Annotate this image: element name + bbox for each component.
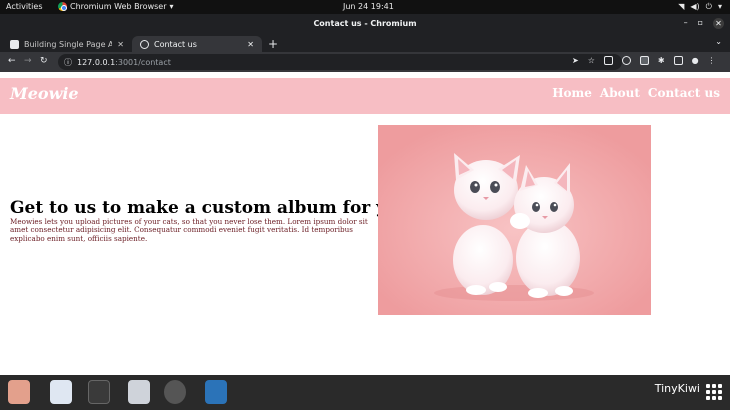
site-nav: Home About Contact us	[552, 86, 720, 100]
page-viewport: Meowie Home About Contact us Get to us t…	[0, 72, 730, 375]
extension-icon[interactable]	[603, 56, 613, 65]
extension-icon[interactable]	[621, 56, 631, 65]
minimize-button[interactable]: –	[684, 18, 688, 29]
tab-strip: Building Single Page App ✕ Contact us ✕ …	[0, 34, 730, 52]
power-icon: ⏻	[705, 2, 712, 11]
tab-label: Building Single Page App	[24, 39, 113, 49]
address-bar[interactable]: ⓘ 127.0.0.1 :3001/contact	[58, 54, 622, 70]
files-app-icon[interactable]	[8, 380, 30, 404]
vscode-icon[interactable]	[205, 380, 227, 404]
terminal-icon[interactable]	[88, 380, 110, 404]
volume-icon: ◀)	[690, 2, 700, 11]
site-logo[interactable]: Meowie	[10, 84, 79, 103]
window-controls: – ▫ ✕	[684, 18, 724, 29]
close-tab-icon[interactable]: ✕	[247, 40, 254, 49]
url-host: 127.0.0.1	[77, 57, 116, 67]
app-grid-icon[interactable]	[706, 384, 722, 400]
page-heading: Get to us to make a custom album for you…	[10, 198, 454, 218]
chromium-dock-icon[interactable]	[164, 380, 186, 404]
page-description: Meowies lets you upload pictures of your…	[10, 217, 368, 243]
nav-home-link[interactable]: Home	[552, 86, 592, 100]
activities-button[interactable]: Activities	[6, 2, 43, 11]
app-menu[interactable]: Chromium Web Browser ▾	[58, 2, 174, 11]
browser-toolbar: ← → ↻ ⓘ 127.0.0.1 :3001/contact ➤ ☆ ✱ ● …	[0, 52, 730, 72]
profile-icon[interactable]: ●	[692, 56, 699, 65]
taskbar-dock: TinyKiwi	[0, 375, 730, 410]
back-button[interactable]: ←	[8, 56, 16, 66]
clock[interactable]: Jun 24 19:41	[343, 2, 394, 11]
menu-kebab-icon[interactable]: ⋮	[708, 56, 716, 65]
hero-text: Get to us to make a custom album for you…	[10, 198, 454, 243]
url-path: :3001/contact	[115, 57, 171, 67]
reload-button[interactable]: ↻	[40, 56, 48, 66]
window-title: Contact us - Chromium	[313, 19, 417, 28]
document-icon[interactable]	[128, 380, 150, 404]
system-top-bar: Activities Chromium Web Browser ▾ Jun 24…	[0, 0, 730, 14]
toolbar-icons: ➤ ☆ ✱ ● ⋮	[572, 56, 716, 65]
globe-icon	[140, 39, 149, 49]
tab-search-chevron-icon[interactable]: ⌄	[715, 37, 722, 46]
text-editor-icon[interactable]	[50, 380, 72, 404]
site-header: Meowie Home About Contact us	[0, 78, 730, 114]
info-icon[interactable]: ⓘ	[64, 57, 72, 68]
kittens-illustration	[378, 125, 651, 315]
chromium-icon	[58, 2, 67, 11]
close-window-button[interactable]: ✕	[713, 18, 724, 29]
forward-button[interactable]: →	[24, 56, 32, 66]
tab-contact-us[interactable]: Contact us ✕	[132, 36, 262, 52]
close-tab-icon[interactable]: ✕	[117, 40, 124, 49]
puzzle-extensions-icon[interactable]: ✱	[658, 56, 665, 65]
chevron-down-icon: ▾	[169, 2, 174, 11]
maximize-button[interactable]: ▫	[698, 18, 703, 29]
wifi-icon: ◥	[678, 2, 685, 11]
side-panel-icon[interactable]	[673, 56, 683, 65]
new-tab-button[interactable]: +	[268, 37, 278, 51]
chevron-down-icon: ▾	[717, 2, 722, 11]
tab-building-spa[interactable]: Building Single Page App ✕	[2, 36, 132, 52]
watermark-logo: TinyKiwi	[654, 382, 700, 395]
cat-photo	[378, 125, 651, 315]
nav-about-link[interactable]: About	[600, 86, 640, 100]
nav-contact-link[interactable]: Contact us	[648, 86, 720, 100]
extension-icon[interactable]	[639, 56, 649, 65]
system-tray[interactable]: ◥ ◀) ⏻ ▾	[678, 2, 722, 12]
send-icon[interactable]: ➤	[572, 56, 579, 65]
page-favicon-icon	[10, 39, 19, 49]
app-name: Chromium Web Browser	[70, 2, 167, 11]
window-titlebar: Contact us - Chromium – ▫ ✕	[0, 14, 730, 34]
tab-label: Contact us	[154, 39, 197, 49]
bookmark-star-icon[interactable]: ☆	[588, 56, 595, 65]
